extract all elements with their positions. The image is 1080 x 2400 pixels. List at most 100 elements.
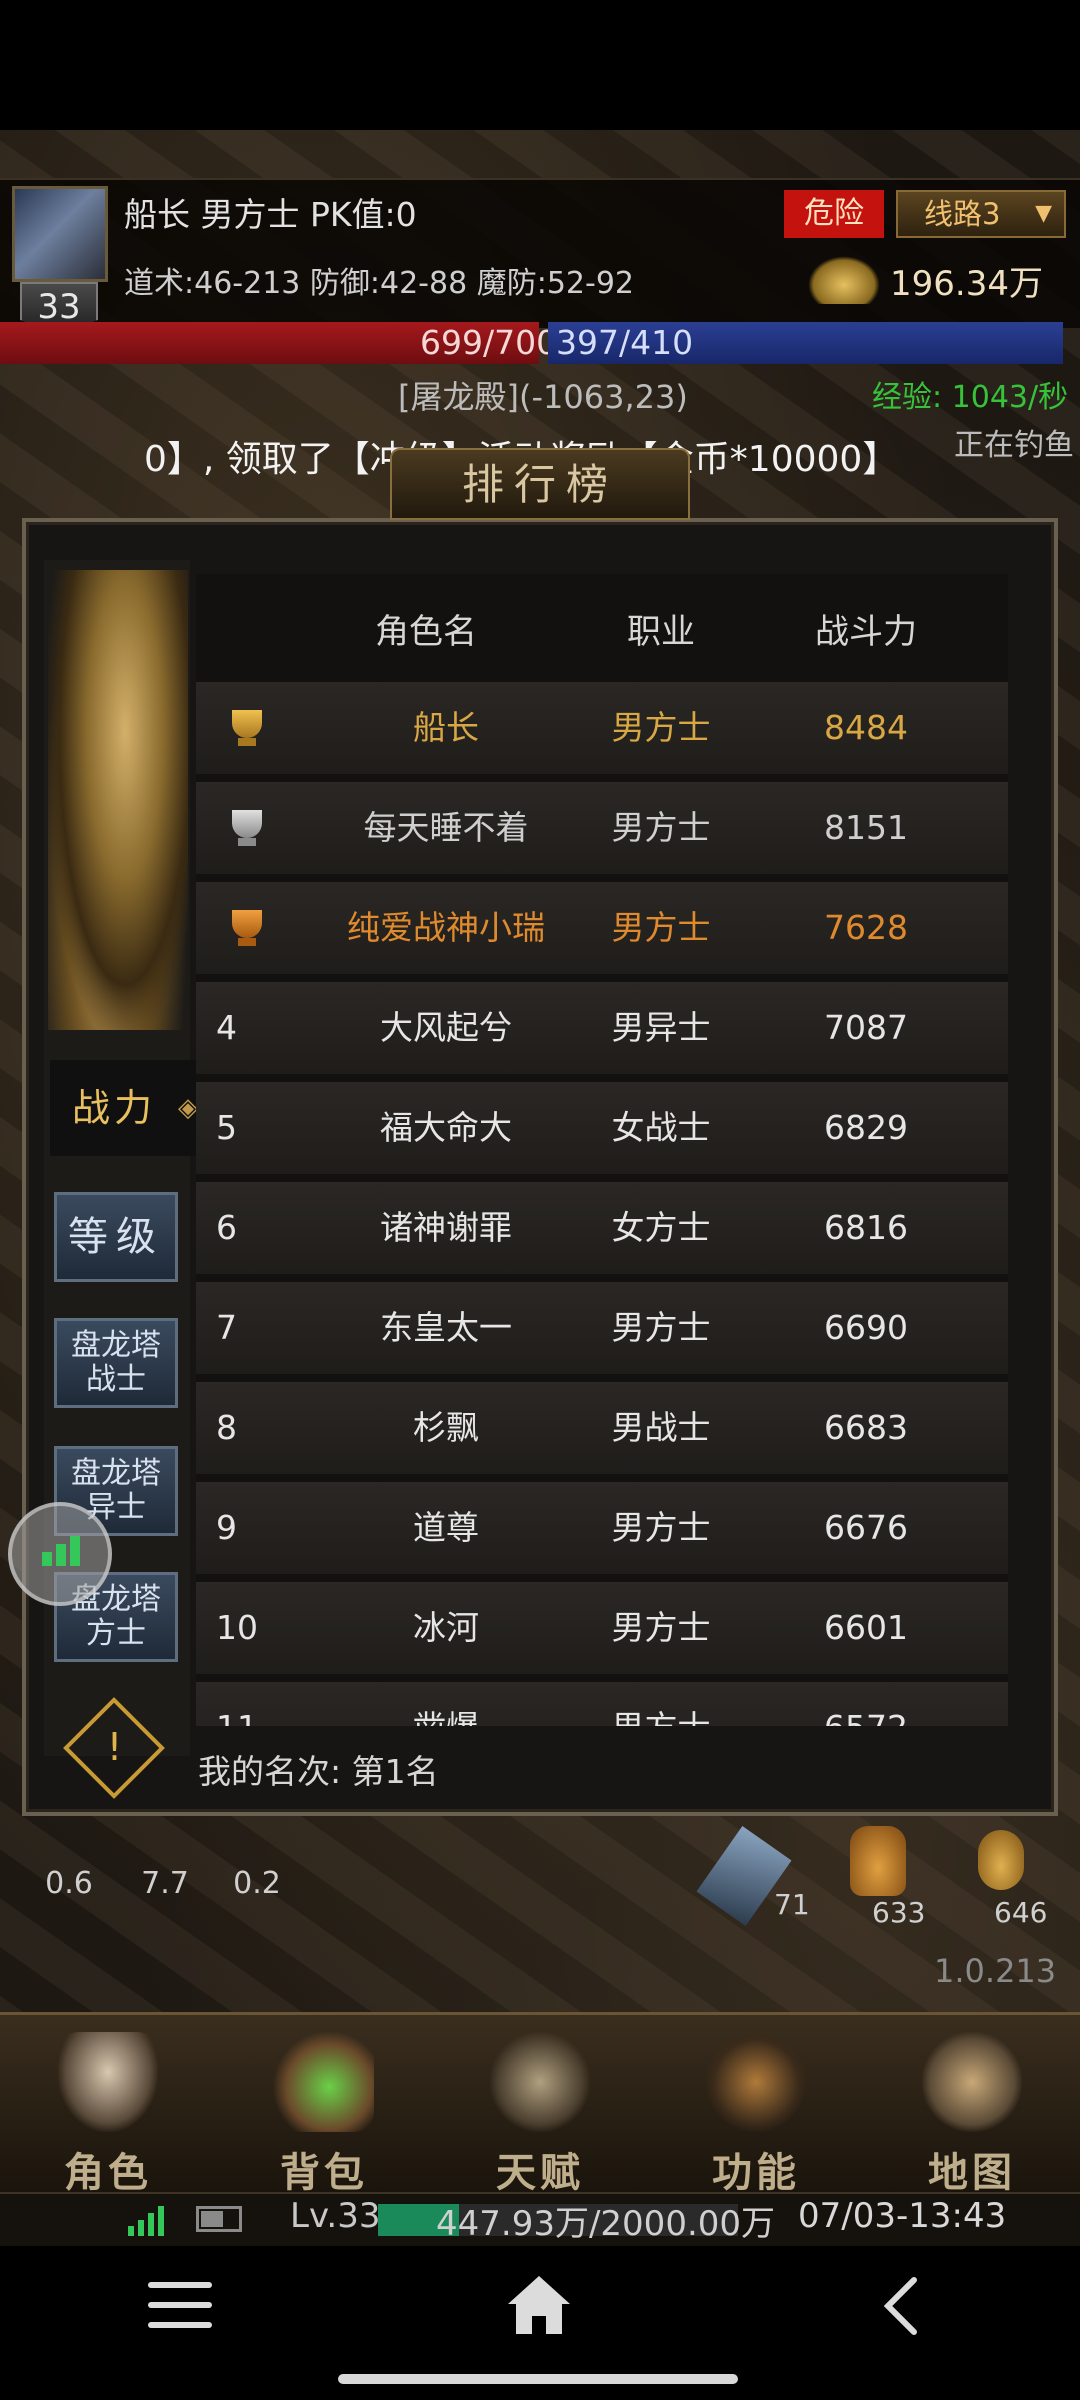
menu-button[interactable] (148, 2278, 212, 2334)
rank-number: 6 (216, 1208, 237, 1247)
nav-label: 地图 (928, 2150, 1016, 2196)
player-name-cell: 道尊 (413, 1508, 479, 1547)
rank-number: 8 (216, 1408, 237, 1447)
player-name-cell: 凿爆 (346, 1682, 546, 1726)
fishing-status: 正在钓鱼 (954, 428, 1074, 463)
battery-icon (196, 2206, 242, 2232)
nav-map[interactable]: 地图 (872, 2022, 1072, 2196)
player-name-cell: 大风起兮 (380, 1008, 512, 1047)
ranking-table[interactable]: 角色名 职业 战斗力 船长 男方士 8484 每天睡不着 男方士 8151 纯爱战神小瑞 男方… (196, 574, 1008, 1726)
rank-number: 11 (216, 1682, 276, 1726)
signal-bar (56, 1544, 66, 1566)
skill-cooldown[interactable]: 0.6 (34, 1836, 104, 1932)
table-row[interactable]: 4 大风起兮 男异士 7087 (196, 982, 1008, 1074)
gold-coin-icon (808, 256, 880, 304)
skill-cooldown[interactable]: 0.2 (222, 1836, 292, 1932)
nav-label: 背包 (280, 2150, 368, 2196)
table-row[interactable]: 5 福大命大 女战士 6829 (196, 1082, 1008, 1174)
rank-number: 9 (216, 1508, 237, 1547)
tab-power-label: 战力 (72, 1086, 157, 1130)
table-row[interactable]: 10 冰河 男方士 6601 (196, 1582, 1008, 1674)
tab-label-line2: 战士 (86, 1362, 146, 1397)
table-row[interactable]: 9 道尊 男方士 6676 (196, 1482, 1008, 1574)
header-name: 角色名 (375, 612, 477, 652)
class-cell: 男异士 (611, 1008, 711, 1047)
power-cell: 8151 (824, 808, 908, 847)
bronze-medal-icon (232, 910, 262, 946)
rank-number: 10 (216, 1608, 258, 1647)
table-row[interactable]: 纯爱战神小瑞 男方士 7628 (196, 882, 1008, 974)
player-name-cell: 每天睡不着 (363, 808, 529, 847)
nav-label: 角色 (64, 2150, 152, 2196)
table-row[interactable]: 7 东皇太一 男方士 6690 (196, 1282, 1008, 1374)
class-cell: 男方士 (611, 1308, 711, 1347)
rank-number: 5 (216, 1108, 237, 1147)
signal-bar (70, 1536, 80, 1566)
power-cell: 6683 (824, 1408, 908, 1447)
power-cell: 8484 (824, 708, 908, 747)
player-name-cell: 杉飘 (413, 1408, 479, 1447)
gold-amount: 196.34万 (890, 264, 1043, 304)
nav-talent[interactable]: 天赋 (440, 2022, 640, 2196)
tab-label-line1: 盘龙塔 (71, 1456, 161, 1491)
signal-bar (42, 1552, 52, 1566)
class-cell: 男方士 (611, 808, 711, 847)
danger-badge: 危险 (784, 190, 884, 238)
table-row[interactable]: 6 诸神谢罪 女方士 6816 (196, 1182, 1008, 1274)
class-cell: 男方士 (611, 708, 711, 747)
header-power: 战斗力 (815, 612, 917, 652)
power-cell: 7087 (824, 1008, 908, 1047)
rank-number: 4 (216, 1008, 237, 1047)
map-location: [屠龙殿](-1063,23) (398, 378, 688, 416)
tab-level[interactable]: 等级 (54, 1192, 178, 1282)
power-cell: 6690 (824, 1308, 908, 1347)
anvil-icon (706, 2032, 806, 2132)
class-cell: 男方士 (586, 1682, 736, 1726)
player-stats: 道术:46-213 防御:42-88 魔防:52-92 (124, 266, 634, 301)
class-cell: 女方士 (611, 1208, 711, 1247)
chevron-down-icon: ▼ (1035, 201, 1052, 226)
class-cell: 女战士 (611, 1108, 711, 1147)
table-row[interactable]: 每天睡不着 男方士 8151 (196, 782, 1008, 874)
class-cell: 男战士 (611, 1408, 711, 1447)
potion-icon[interactable] (850, 1826, 906, 1896)
table-row[interactable]: 11 凿爆男方士 6572 (196, 1682, 1008, 1726)
skill-cooldown[interactable]: 7.7 (130, 1836, 200, 1932)
player-avatar[interactable] (12, 186, 108, 282)
table-row[interactable]: 船长 男方士 8484 (196, 682, 1008, 774)
player-name-cell: 纯爱战神小瑞 (347, 908, 545, 947)
class-cell: 男方士 (611, 1608, 711, 1647)
server-line-select[interactable]: 线路3 ▼ (896, 190, 1066, 238)
potion-count: 646 (994, 1896, 1048, 1929)
gold-medal-icon (232, 710, 262, 746)
dragon-emblem (48, 570, 188, 1030)
nav-label: 功能 (712, 2150, 800, 2196)
silver-medal-icon (232, 810, 262, 846)
nav-backpack[interactable]: 背包 (224, 2022, 424, 2196)
home-button[interactable] (504, 2272, 574, 2338)
nav-character[interactable]: 角色 (8, 2022, 208, 2196)
power-cell: 6572 (776, 1682, 956, 1726)
character-icon (58, 2032, 158, 2132)
exp-rate: 经验: 1043/秒 (872, 380, 1069, 415)
player-name-cell: 福大命大 (380, 1108, 512, 1147)
potion-icon[interactable] (978, 1830, 1024, 1890)
power-cell: 6816 (824, 1208, 908, 1247)
version-label: 1.0.213 (934, 1952, 1057, 1990)
tab-power[interactable]: 战力 ◈ (50, 1060, 198, 1156)
gesture-handle[interactable] (338, 2374, 738, 2384)
tab-tower-warrior[interactable]: 盘龙塔 战士 (54, 1318, 178, 1408)
clock: 07/03-13:43 (798, 2196, 1007, 2236)
player-name-cell: 东皇太一 (380, 1308, 512, 1347)
tab-label-line1: 盘龙塔 (71, 1328, 161, 1363)
nav-label: 天赋 (496, 2150, 584, 2196)
my-rank: 我的名次: 第1名 (198, 1752, 439, 1791)
hp-value: 699/700 (420, 323, 558, 362)
power-cell: 7628 (824, 908, 908, 947)
nav-functions[interactable]: 功能 (656, 2022, 856, 2196)
table-row[interactable]: 8 杉飘 男战士 6683 (196, 1382, 1008, 1474)
back-button[interactable] (880, 2276, 920, 2336)
network-float-widget[interactable] (8, 1502, 112, 1606)
power-cell: 6829 (824, 1108, 908, 1147)
menu-line (148, 2302, 212, 2308)
